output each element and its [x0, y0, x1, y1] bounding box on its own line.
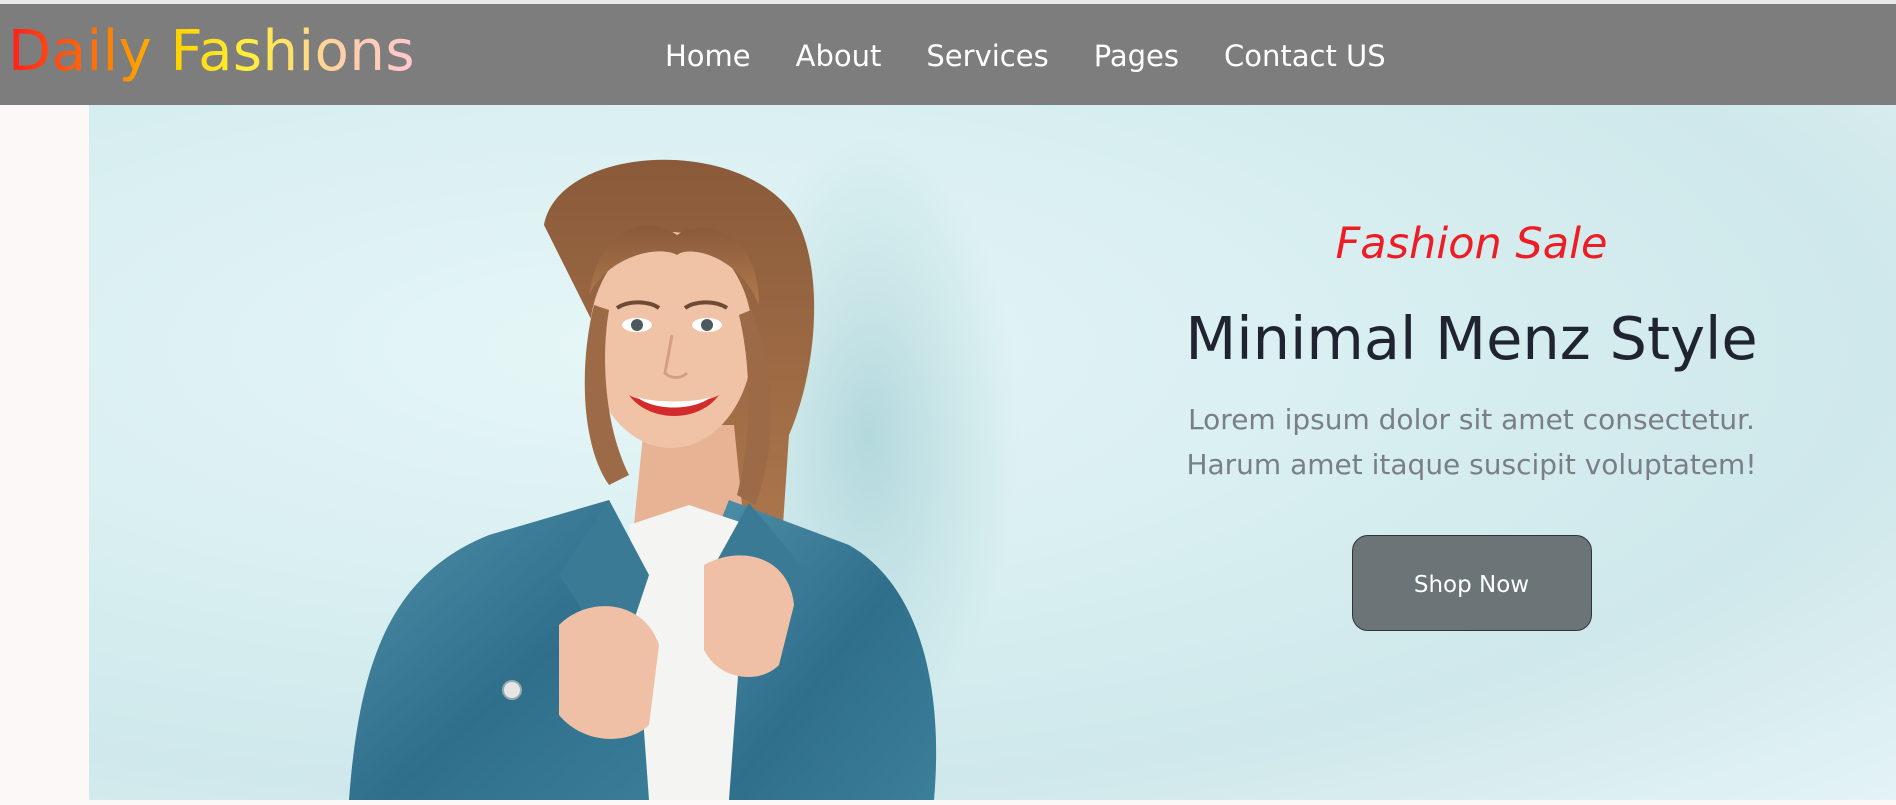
main-nav: Home About Services Pages Contact US [665, 32, 1386, 80]
hero-description: Lorem ipsum dolor sit amet consectetur. … [1186, 403, 1757, 481]
nav-link-home[interactable]: Home [665, 32, 751, 80]
nav-link-about[interactable]: About [796, 32, 882, 80]
nav-link-contact[interactable]: Contact US [1224, 32, 1386, 80]
navbar: Daily Fashions Home About Services Pages… [0, 4, 1896, 105]
hero-eyebrow: Fashion Sale [1335, 219, 1608, 269]
hero-title: Minimal Menz Style [1185, 304, 1758, 373]
brand-logo[interactable]: Daily Fashions [8, 14, 415, 90]
hero-banner: Fashion Sale Minimal Menz Style Lorem ip… [89, 105, 1896, 800]
shop-now-button[interactable]: Shop Now [1351, 535, 1592, 631]
bottom-border [0, 800, 1896, 805]
hero-content: Fashion Sale Minimal Menz Style Lorem ip… [1019, 215, 1896, 631]
hero-model-image [349, 135, 1019, 800]
nav-link-pages[interactable]: Pages [1094, 32, 1179, 80]
left-margin [0, 105, 89, 800]
nav-link-services[interactable]: Services [926, 32, 1048, 80]
